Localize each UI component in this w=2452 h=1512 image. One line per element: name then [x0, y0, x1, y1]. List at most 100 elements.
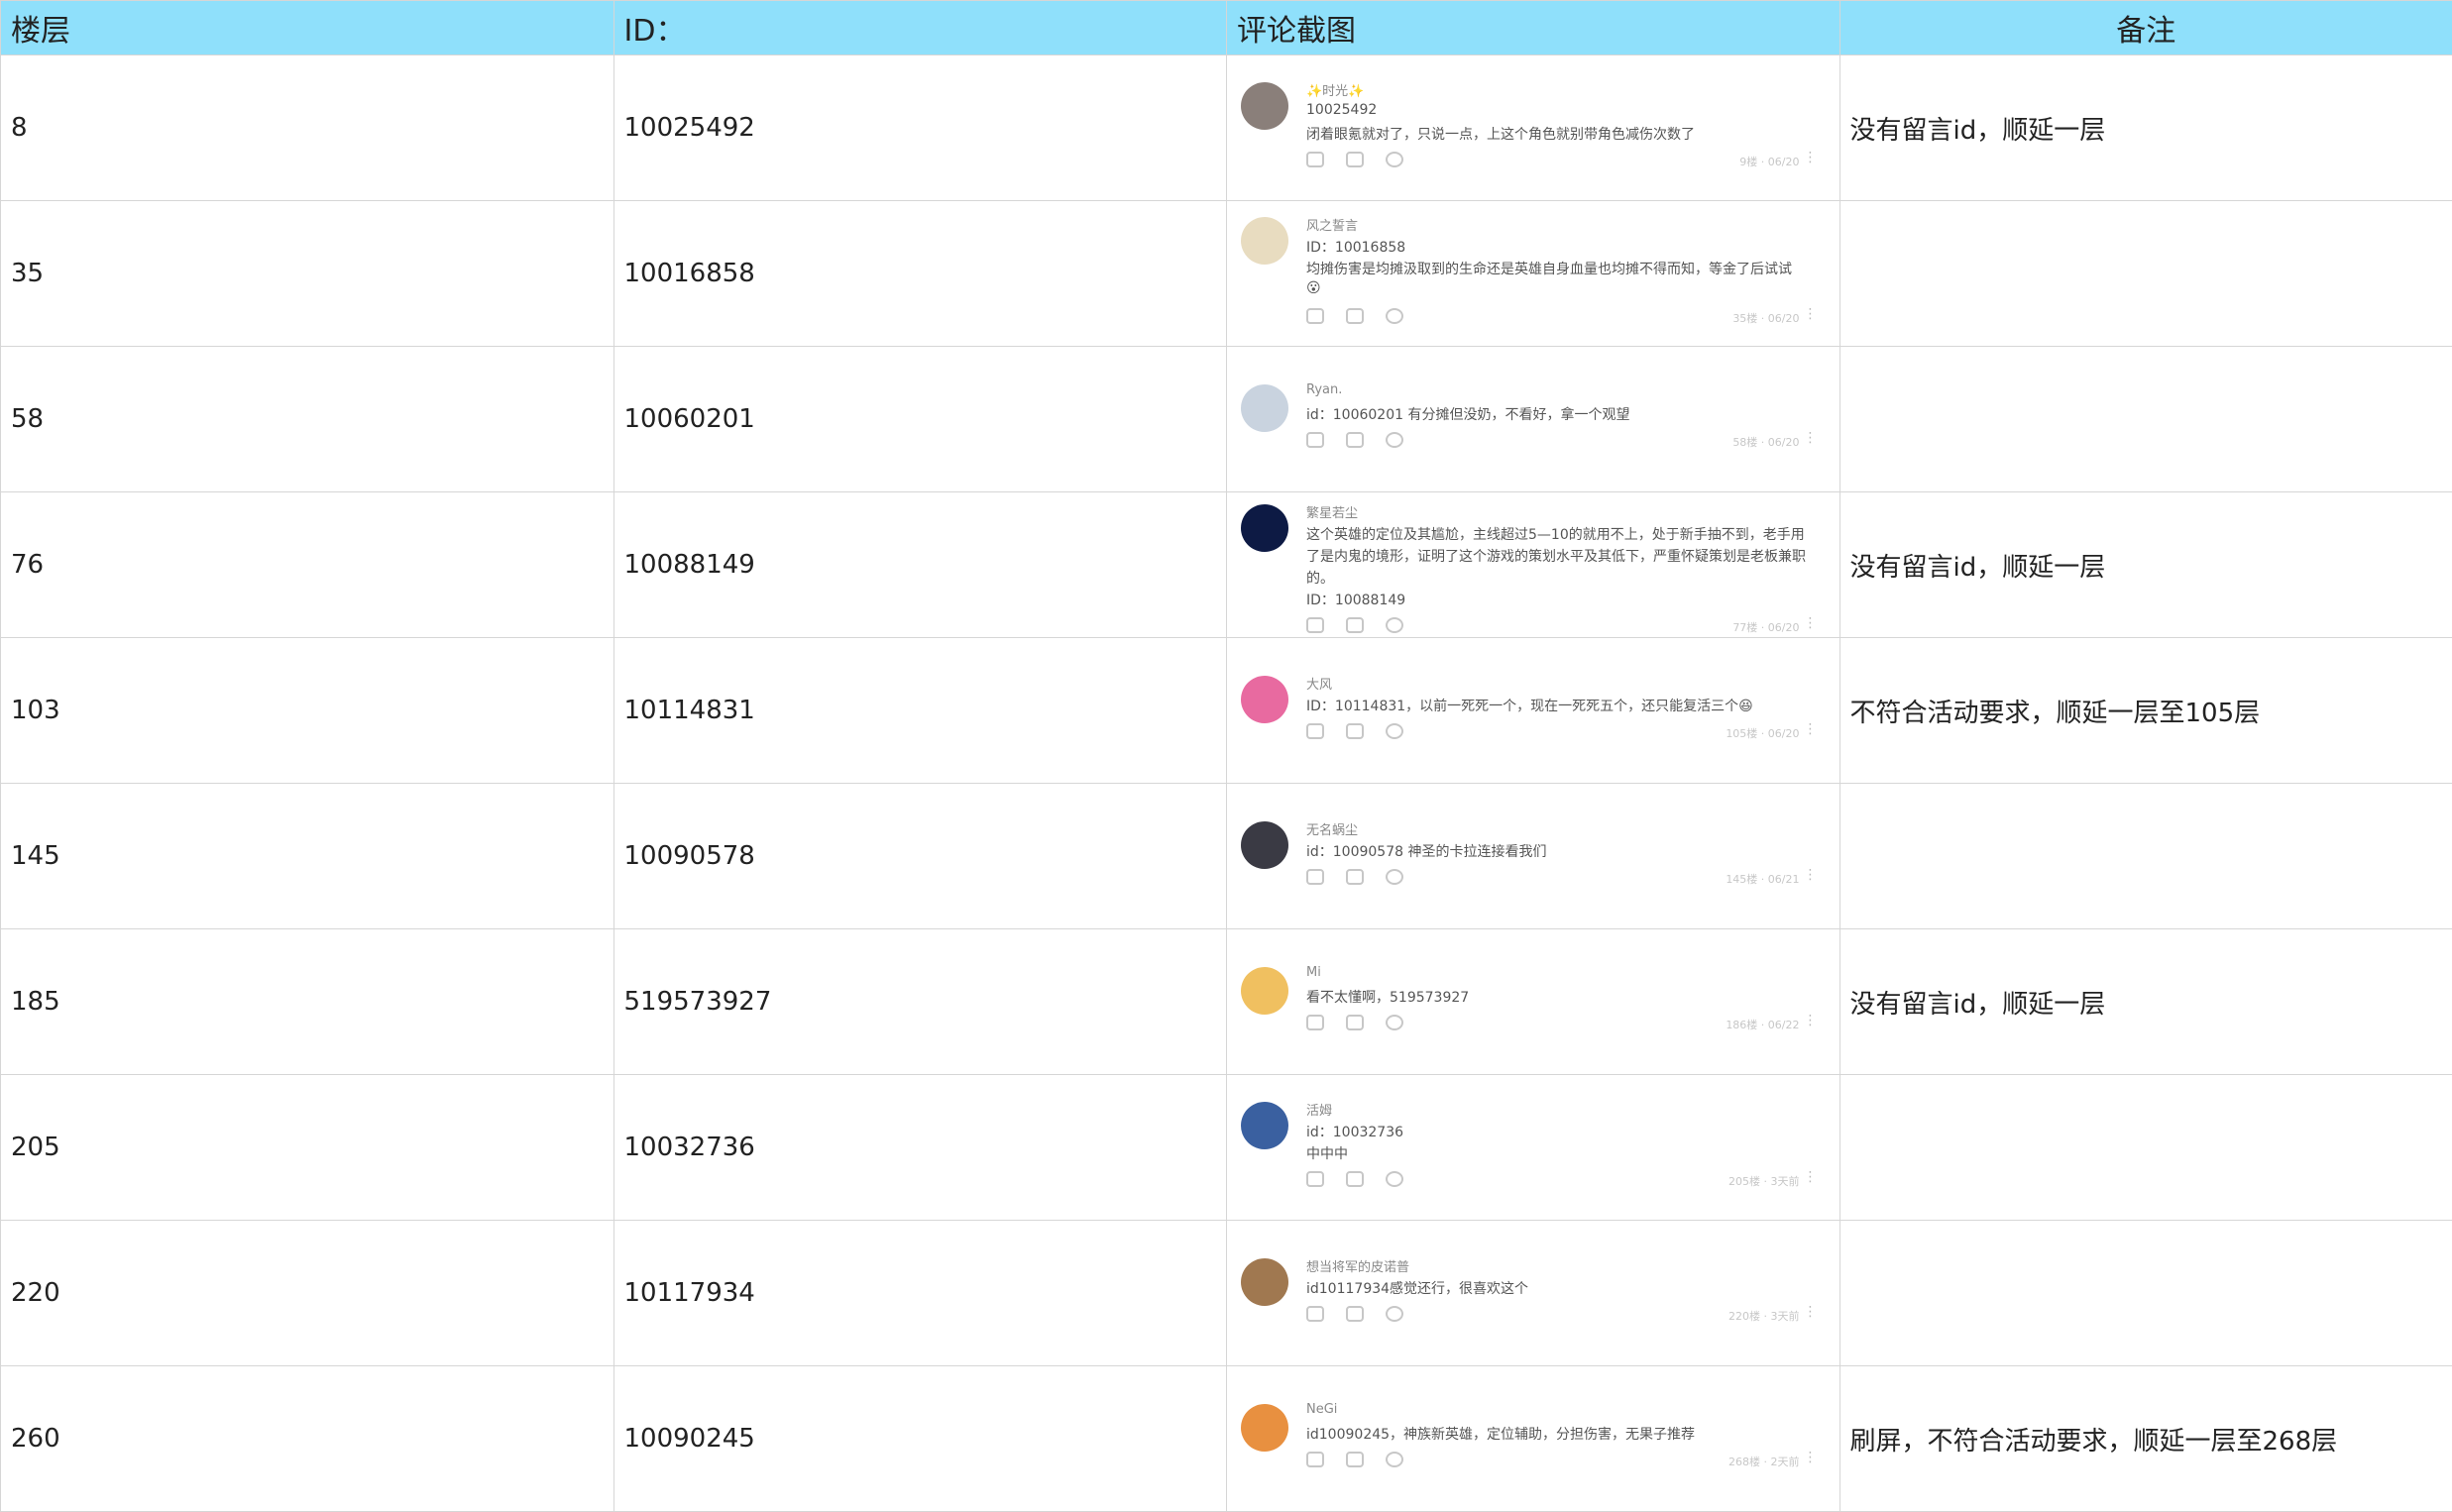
table-row: 20510032736活姆id：10032736中中中205楼 · 3天前⋮: [1, 1075, 2452, 1221]
note-cell[interactable]: [1839, 1075, 2452, 1221]
comment-screenshot: 繁星若尘这个英雄的定位及其尴尬，主线超过5—10的就用不上，处于新手抽不到，老手…: [1227, 492, 1839, 637]
comment-screenshot: 活姆id：10032736中中中205楼 · 3天前⋮: [1227, 1075, 1839, 1220]
more-icon: ⋮: [1804, 1013, 1818, 1028]
id-cell[interactable]: 10016858: [613, 201, 1227, 347]
avatar: [1241, 384, 1288, 432]
thumbs-down-icon: [1346, 869, 1364, 885]
thumbs-down-icon: [1346, 1171, 1364, 1187]
reply-icon: [1386, 308, 1403, 324]
id-cell[interactable]: 10090245: [613, 1366, 1227, 1512]
comment-username: 无名蜗尘: [1306, 819, 1358, 838]
id-cell[interactable]: 10060201: [613, 347, 1227, 492]
comment-actions: [1306, 723, 1403, 739]
thumbs-up-icon: [1306, 1015, 1324, 1030]
thumbs-down-icon: [1346, 1015, 1364, 1030]
table-row: 14510090578无名蜗尘id：10090578 神圣的卡拉连接看我们145…: [1, 784, 2452, 929]
comment-screenshot: Ryan.id：10060201 有分摊但没奶，不看好，拿一个观望58楼 · 0…: [1227, 347, 1839, 491]
thumbs-up-icon: [1306, 617, 1324, 633]
comment-text-line: 😮: [1306, 280, 1321, 296]
header-note[interactable]: 备注: [1839, 1, 2452, 55]
floor-cell[interactable]: 35: [1, 201, 614, 347]
floor-cell[interactable]: 76: [1, 492, 614, 638]
reply-icon: [1386, 1015, 1403, 1030]
header-row: 楼层 ID： 评论截图 备注: [1, 1, 2452, 55]
thumbs-up-icon: [1306, 308, 1324, 324]
floor-cell[interactable]: 220: [1, 1221, 614, 1366]
table-row: 3510016858风之誓言ID：10016858均摊伤害是均摊汲取到的生命还是…: [1, 201, 2452, 347]
thumbs-down-icon: [1346, 1306, 1364, 1322]
table-row: 22010117934想当将军的皮诺普id10117934感觉还行，很喜欢这个2…: [1, 1221, 2452, 1366]
comment-screenshot-cell[interactable]: ✨时光✨10025492闭着眼氪就对了，只说一点，上这个角色就别带角色减伤次数了…: [1227, 55, 1840, 201]
note-cell[interactable]: 刷屏，不符合活动要求，顺延一层至268层: [1839, 1366, 2452, 1512]
comment-actions: [1306, 869, 1403, 885]
table-row: 10310114831 大风 ID：10114831，以前一死死一个，现在一死死五个…: [1, 638, 2452, 784]
comment-meta: 77楼 · 06/20: [1732, 619, 1799, 635]
comment-meta: 268楼 · 2天前: [1728, 1454, 1799, 1469]
note-cell[interactable]: 没有留言id，顺延一层: [1839, 492, 2452, 638]
avatar: [1241, 676, 1288, 723]
comment-actions: [1306, 1171, 1403, 1187]
floor-cell[interactable]: 145: [1, 784, 614, 929]
more-icon: ⋮: [1804, 1450, 1818, 1465]
comment-username: ✨时光✨: [1306, 80, 1364, 99]
floor-cell[interactable]: 185: [1, 929, 614, 1075]
comment-text-line: ID：10114831，以前一死死一个，现在一死死五个，还只能复活三个😆: [1306, 696, 1753, 715]
reply-icon: [1386, 617, 1403, 633]
floor-cell[interactable]: 58: [1, 347, 614, 492]
note-cell[interactable]: [1839, 201, 2452, 347]
id-cell[interactable]: 519573927: [613, 929, 1227, 1075]
note-cell[interactable]: 没有留言id，顺延一层: [1839, 55, 2452, 201]
comment-actions: [1306, 1452, 1403, 1467]
reply-icon: [1386, 1452, 1403, 1467]
note-cell[interactable]: [1839, 1221, 2452, 1366]
comment-screenshot: ✨时光✨10025492闭着眼氪就对了，只说一点，上这个角色就别带角色减伤次数了…: [1227, 55, 1839, 200]
avatar: [1241, 967, 1288, 1015]
table-row: 26010090245NeGiid10090245，神族新英雄，定位辅助，分担伤…: [1, 1366, 2452, 1512]
avatar: [1241, 1102, 1288, 1149]
thumbs-down-icon: [1346, 432, 1364, 448]
comment-screenshot-cell[interactable]: NeGiid10090245，神族新英雄，定位辅助，分担伤害，无果子推荐268楼…: [1227, 1366, 1840, 1512]
header-comment-screenshot[interactable]: 评论截图: [1227, 1, 1840, 55]
id-cell[interactable]: 10114831: [613, 638, 1227, 784]
comment-text-line: id10117934感觉还行，很喜欢这个: [1306, 1278, 1528, 1298]
table-row: 5810060201Ryan.id：10060201 有分摊但没奶，不看好，拿一…: [1, 347, 2452, 492]
comment-screenshot-cell[interactable]: 想当将军的皮诺普id10117934感觉还行，很喜欢这个220楼 · 3天前⋮: [1227, 1221, 1840, 1366]
id-cell[interactable]: 10090578: [613, 784, 1227, 929]
thumbs-down-icon: [1346, 617, 1364, 633]
thumbs-up-icon: [1306, 432, 1324, 448]
id-cell[interactable]: 10032736: [613, 1075, 1227, 1221]
comment-actions: [1306, 432, 1403, 448]
id-cell[interactable]: 10117934: [613, 1221, 1227, 1366]
comment-screenshot-cell[interactable]: 活姆id：10032736中中中205楼 · 3天前⋮: [1227, 1075, 1840, 1221]
comment-screenshot-cell[interactable]: Ryan.id：10060201 有分摊但没奶，不看好，拿一个观望58楼 · 0…: [1227, 347, 1840, 492]
note-cell[interactable]: 没有留言id，顺延一层: [1839, 929, 2452, 1075]
comment-screenshot: 无名蜗尘id：10090578 神圣的卡拉连接看我们145楼 · 06/21⋮: [1227, 784, 1839, 928]
comment-text-line: id：10090578 神圣的卡拉连接看我们: [1306, 841, 1546, 861]
floor-cell[interactable]: 205: [1, 1075, 614, 1221]
more-icon: ⋮: [1804, 867, 1818, 883]
table-row: 7610088149繁星若尘这个英雄的定位及其尴尬，主线超过5—10的就用不上，…: [1, 492, 2452, 638]
id-cell[interactable]: 10025492: [613, 55, 1227, 201]
comment-username: Ryan.: [1306, 382, 1342, 397]
table-body: 810025492✨时光✨10025492闭着眼氪就对了，只说一点，上这个角色就…: [1, 55, 2452, 1512]
floor-cell[interactable]: 260: [1, 1366, 614, 1512]
comment-screenshot-cell[interactable]: 大风ID：10114831，以前一死死一个，现在一死死五个，还只能复活三个😆10…: [1227, 638, 1840, 784]
note-cell[interactable]: [1839, 784, 2452, 929]
floor-cell[interactable]: 103: [1, 638, 614, 784]
floor-cell[interactable]: 8: [1, 55, 614, 201]
header-floor[interactable]: 楼层: [1, 1, 614, 55]
note-cell[interactable]: [1839, 347, 2452, 492]
comment-screenshot-cell[interactable]: Mi看不太懂啊，519573927186楼 · 06/22⋮: [1227, 929, 1840, 1075]
id-cell[interactable]: 10088149: [613, 492, 1227, 638]
comment-username: 繁星若尘: [1306, 502, 1358, 521]
note-cell[interactable]: 不符合活动要求，顺延一层至105层: [1839, 638, 2452, 784]
comment-username: 大风: [1306, 674, 1332, 693]
comment-screenshot-cell[interactable]: 无名蜗尘id：10090578 神圣的卡拉连接看我们145楼 · 06/21⋮: [1227, 784, 1840, 929]
comment-screenshot-cell[interactable]: 风之誓言ID：10016858均摊伤害是均摊汲取到的生命还是英雄自身血量也均摊不…: [1227, 201, 1840, 347]
comment-meta: 58楼 · 06/20: [1732, 434, 1799, 450]
reply-icon: [1386, 723, 1403, 739]
comment-screenshot-cell[interactable]: 繁星若尘这个英雄的定位及其尴尬，主线超过5—10的就用不上，处于新手抽不到，老手…: [1227, 492, 1840, 638]
avatar: [1241, 1258, 1288, 1306]
header-id[interactable]: ID：: [613, 1, 1227, 55]
comment-actions: [1306, 1015, 1403, 1030]
